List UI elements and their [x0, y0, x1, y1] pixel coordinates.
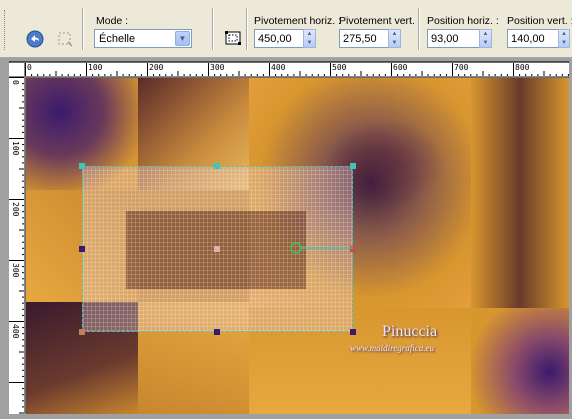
ruler-h-label: 800 [515, 63, 530, 72]
rotation-handle[interactable] [290, 240, 360, 256]
horizontal-ruler[interactable]: 0 100 200 300 400 500 600 700 800 [25, 63, 569, 77]
pos-h-field[interactable]: 93,00 [427, 29, 480, 48]
ruler-h-label: 100 [88, 63, 103, 72]
ruler-h-label: 200 [149, 63, 164, 72]
tool-options-toolbar: Mode : Échelle ▼ Pivotement horiz. : 450… [0, 0, 572, 58]
chevron-down-icon[interactable]: ▼ [175, 31, 190, 46]
ruler-v-label: 200 [11, 202, 20, 217]
watermark-site: www.maidiregrafica.eu [350, 343, 434, 353]
ruler-corner [9, 63, 25, 77]
ruler-h-label: 400 [271, 63, 286, 72]
pos-v-label: Position vert. : [507, 15, 572, 27]
mode-label: Mode : [96, 15, 129, 27]
edge-handle-bottom[interactable] [214, 329, 220, 335]
mode-select-value: Échelle [99, 32, 136, 45]
corner-handle-bottom-right[interactable] [350, 329, 356, 335]
ruler-v-label: 100 [11, 141, 20, 156]
toolbar-separator [418, 8, 420, 50]
pos-v-field[interactable]: 140,00 [507, 29, 559, 48]
pivot-h-label: Pivotement horiz. : [254, 15, 341, 27]
reset-icon[interactable] [24, 28, 46, 50]
pivot-v-label: Pivotement vert. : [339, 15, 421, 27]
center-handle[interactable] [214, 246, 220, 252]
ruler-h-label: 500 [332, 63, 347, 72]
pivot-v-field[interactable]: 275,50 [339, 29, 389, 48]
ruler-h-label: 600 [393, 63, 408, 72]
pivot-v-stepper[interactable]: ▲ ▼ [388, 29, 401, 48]
ruler-h-label: 700 [454, 63, 469, 72]
horizontal-ruler-ticks [25, 63, 569, 76]
corner-handle-bottom-left[interactable] [79, 329, 85, 335]
ruler-h-label: 300 [210, 63, 225, 72]
corner-handle-top-right[interactable] [350, 163, 356, 169]
vertical-ruler[interactable]: 0 100 200 300 400 [9, 77, 25, 414]
pivot-h-stepper[interactable]: ▲ ▼ [303, 29, 316, 48]
ruler-v-label: 0 [11, 80, 20, 85]
watermark-title: Pinuccia [382, 323, 438, 340]
toolbar-separator [82, 8, 84, 50]
toolbar-grip[interactable] [4, 10, 7, 50]
ruler-v-label: 400 [11, 324, 20, 339]
perspective-icon[interactable] [222, 27, 244, 49]
ruler-h-label: 0 [27, 63, 32, 72]
pos-v-stepper[interactable]: ▲ ▼ [558, 29, 570, 48]
edge-handle-left[interactable] [79, 246, 85, 252]
image-tile [471, 78, 569, 308]
toolbar-separator [212, 8, 214, 50]
mode-select[interactable]: Échelle ▼ [94, 29, 192, 48]
toolbar-separator [246, 8, 248, 50]
corner-handle-top-left[interactable] [79, 163, 85, 169]
ruler-v-label: 300 [11, 263, 20, 278]
apply-icon[interactable] [54, 28, 76, 50]
pivot-h-field[interactable]: 450,00 [254, 29, 304, 48]
edge-handle-top[interactable] [214, 163, 220, 169]
rotation-pivot-icon[interactable] [290, 242, 302, 254]
image-tile [471, 308, 569, 414]
vertical-ruler-ticks [9, 77, 24, 414]
pos-h-stepper[interactable]: ▲ ▼ [479, 29, 492, 48]
pos-h-label: Position horiz. : [427, 15, 499, 27]
